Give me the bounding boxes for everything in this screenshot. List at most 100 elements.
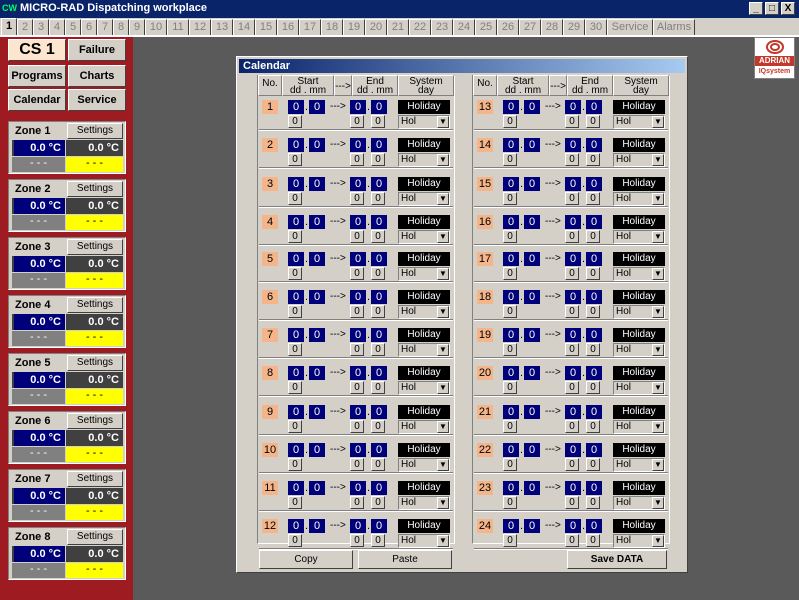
zone-settings-button[interactable]: Settings [67,413,123,429]
dropdown-arrow-icon[interactable]: ▼ [652,306,664,318]
tab-20[interactable]: 20 [365,19,387,36]
zone-settings-button[interactable]: Settings [67,297,123,313]
end-day-field[interactable]: 0 [350,443,366,457]
tab-26[interactable]: 26 [497,19,519,36]
start-month-field[interactable]: 0 [524,177,540,191]
tab-8[interactable]: 8 [113,19,129,36]
end-day-button[interactable]: 0 [350,381,364,394]
start-year-button[interactable]: 0 [288,192,302,205]
start-year-button[interactable]: 0 [288,496,302,509]
end-day-field[interactable]: 0 [565,290,581,304]
dropdown-arrow-icon[interactable]: ▼ [437,154,449,166]
start-year-button[interactable]: 0 [503,153,517,166]
end-day-button[interactable]: 0 [350,458,364,471]
start-day-field[interactable]: 0 [288,290,304,304]
end-month-field[interactable]: 0 [371,481,387,495]
end-month-field[interactable]: 0 [586,405,602,419]
day-type-select[interactable]: Hol ▼ [398,381,450,395]
tab-19[interactable]: 19 [343,19,365,36]
end-month-button[interactable]: 0 [586,420,600,433]
tab-14[interactable]: 14 [233,19,255,36]
end-day-field[interactable]: 0 [350,215,366,229]
dropdown-arrow-icon[interactable]: ▼ [437,306,449,318]
end-month-field[interactable]: 0 [371,138,387,152]
end-month-field[interactable]: 0 [371,177,387,191]
start-year-button[interactable]: 0 [503,343,517,356]
tab-12[interactable]: 12 [189,19,211,36]
dropdown-arrow-icon[interactable]: ▼ [437,193,449,205]
end-month-button[interactable]: 0 [371,305,385,318]
end-day-field[interactable]: 0 [565,405,581,419]
end-day-button[interactable]: 0 [565,343,579,356]
start-month-field[interactable]: 0 [524,519,540,533]
tab-15[interactable]: 15 [255,19,277,36]
day-type-select[interactable]: Hol ▼ [613,192,665,206]
service-button[interactable]: Service [68,89,126,111]
start-month-field[interactable]: 0 [524,290,540,304]
start-day-field[interactable]: 0 [503,290,519,304]
end-month-field[interactable]: 0 [586,100,602,114]
tab-22[interactable]: 22 [409,19,431,36]
start-month-field[interactable]: 0 [524,252,540,266]
end-day-field[interactable]: 0 [565,481,581,495]
programs-button[interactable]: Programs [8,65,66,87]
start-year-button[interactable]: 0 [288,305,302,318]
start-month-field[interactable]: 0 [524,138,540,152]
dropdown-arrow-icon[interactable]: ▼ [652,497,664,509]
day-type-select[interactable]: Hol ▼ [613,496,665,510]
end-month-field[interactable]: 0 [371,290,387,304]
start-day-field[interactable]: 0 [503,366,519,380]
dropdown-arrow-icon[interactable]: ▼ [652,268,664,280]
start-year-button[interactable]: 0 [288,381,302,394]
end-day-field[interactable]: 0 [565,100,581,114]
zone-settings-button[interactable]: Settings [67,123,123,139]
day-type-select[interactable]: Hol ▼ [613,534,665,548]
day-type-select[interactable]: Hol ▼ [613,381,665,395]
day-type-select[interactable]: Hol ▼ [613,230,665,244]
start-year-button[interactable]: 0 [288,343,302,356]
end-day-button[interactable]: 0 [350,153,364,166]
start-day-field[interactable]: 0 [288,443,304,457]
dropdown-arrow-icon[interactable]: ▼ [437,268,449,280]
end-month-button[interactable]: 0 [371,343,385,356]
day-type-select[interactable]: Hol ▼ [613,153,665,167]
start-day-field[interactable]: 0 [503,328,519,342]
start-day-field[interactable]: 0 [503,100,519,114]
start-month-field[interactable]: 0 [524,100,540,114]
end-day-button[interactable]: 0 [350,115,364,128]
tab-11[interactable]: 11 [167,19,189,36]
day-type-select[interactable]: Hol ▼ [398,343,450,357]
end-month-button[interactable]: 0 [586,230,600,243]
start-year-button[interactable]: 0 [503,115,517,128]
start-month-field[interactable]: 0 [309,366,325,380]
end-month-button[interactable]: 0 [586,267,600,280]
dropdown-arrow-icon[interactable]: ▼ [652,382,664,394]
start-month-field[interactable]: 0 [524,215,540,229]
end-day-field[interactable]: 0 [350,252,366,266]
end-month-button[interactable]: 0 [371,267,385,280]
end-month-field[interactable]: 0 [586,252,602,266]
end-month-field[interactable]: 0 [586,366,602,380]
dropdown-arrow-icon[interactable]: ▼ [652,193,664,205]
start-day-field[interactable]: 0 [288,405,304,419]
start-month-field[interactable]: 0 [309,405,325,419]
day-type-select[interactable]: Hol ▼ [613,115,665,129]
end-month-button[interactable]: 0 [371,534,385,547]
end-month-field[interactable]: 0 [371,519,387,533]
end-day-field[interactable]: 0 [565,252,581,266]
start-day-field[interactable]: 0 [288,366,304,380]
calendar-button[interactable]: Calendar [8,89,66,111]
dropdown-arrow-icon[interactable]: ▼ [437,421,449,433]
tab-5[interactable]: 5 [65,19,81,36]
start-year-button[interactable]: 0 [288,420,302,433]
tab-9[interactable]: 9 [129,19,145,36]
end-day-button[interactable]: 0 [565,230,579,243]
dropdown-arrow-icon[interactable]: ▼ [437,231,449,243]
dropdown-arrow-icon[interactable]: ▼ [652,535,664,547]
zone-settings-button[interactable]: Settings [67,529,123,545]
failure-button[interactable]: Failure [68,39,126,61]
tab-17[interactable]: 17 [299,19,321,36]
end-month-button[interactable]: 0 [586,381,600,394]
start-year-button[interactable]: 0 [503,534,517,547]
end-day-field[interactable]: 0 [350,100,366,114]
